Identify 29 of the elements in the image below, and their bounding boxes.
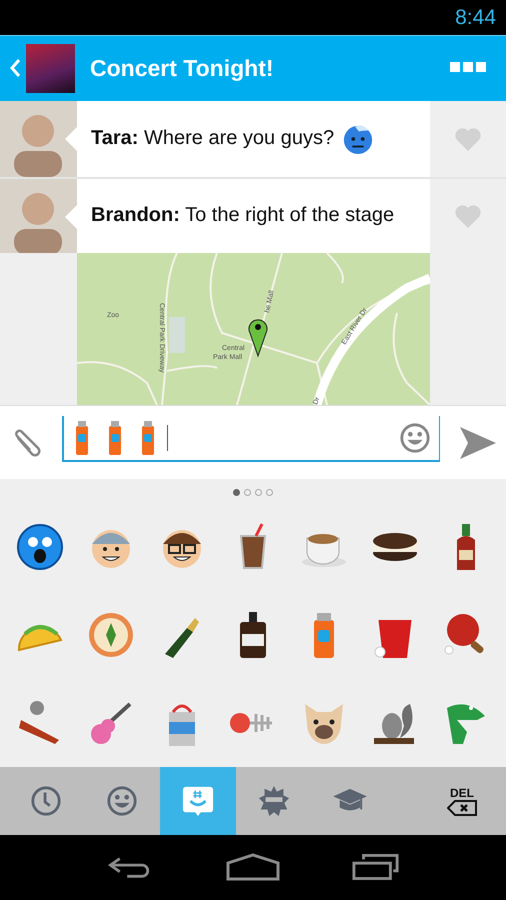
back-icon[interactable] — [9, 58, 21, 78]
message-input-field[interactable] — [62, 416, 440, 462]
page-indicator-dot[interactable] — [266, 489, 273, 496]
send-icon[interactable] — [458, 424, 498, 460]
scared-face-icon[interactable] — [14, 522, 65, 572]
smiley-icon[interactable] — [399, 422, 431, 454]
group-photo-placeholder[interactable] — [26, 44, 75, 93]
emoji-category-tab[interactable] — [160, 767, 236, 835]
clock-icon — [30, 784, 62, 817]
backspace-icon — [447, 800, 477, 816]
home-icon[interactable] — [226, 853, 280, 882]
sweating-face-icon — [342, 122, 374, 155]
smiley-icon — [106, 784, 138, 817]
lighter-icon — [74, 420, 90, 456]
map-pin-icon — [248, 319, 268, 356]
chat-title: Concert Tonight! — [90, 54, 275, 82]
page-indicator-dot[interactable] — [255, 489, 262, 496]
lighter-icon — [140, 420, 156, 456]
page-indicator-dot[interactable] — [244, 489, 251, 496]
status-time: 8:44 — [455, 6, 496, 30]
sun-with-sunglasses-icon — [258, 784, 290, 817]
delete-key[interactable]: DEL — [424, 767, 500, 835]
message-text: Brandon: To the right of the stage — [91, 204, 394, 228]
message-text: Tara: Where are you guys? — [91, 127, 334, 150]
lighter-icon — [107, 420, 123, 456]
page-indicator-dot[interactable] — [233, 489, 240, 496]
menu-icon[interactable] — [450, 62, 486, 74]
chat-bubble-icon — [182, 784, 214, 817]
recent-apps-icon[interactable] — [352, 853, 400, 882]
